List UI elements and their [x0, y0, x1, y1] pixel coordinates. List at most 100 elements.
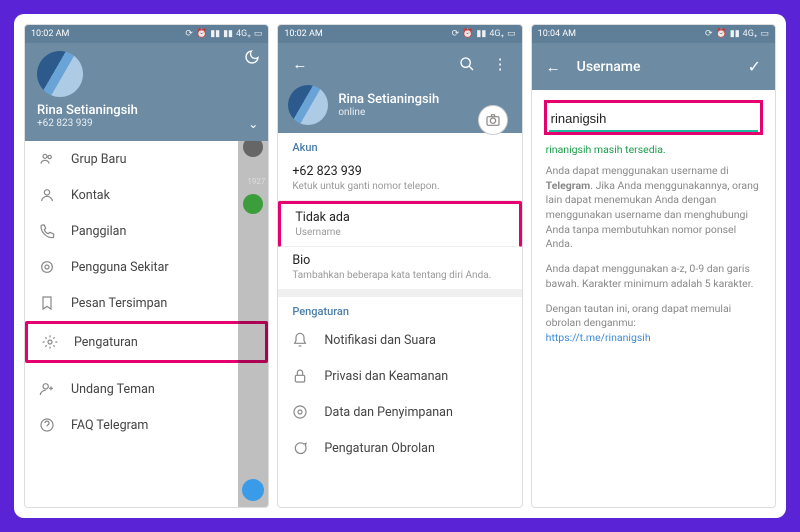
drawer-header: Rina Setianingsih +62 823 939 ⌄: [25, 43, 268, 141]
availability-text: rinanigsih masih tersedia.: [532, 139, 775, 164]
compose-fab[interactable]: [242, 479, 264, 501]
tutorial-frame: 10:02 AM ⟳ ⏰ ▮▮ ▮▮ 4G₊ ▭ 47 AM Sel 1927: [14, 14, 786, 518]
phone-icon: [39, 223, 57, 239]
screen-username: 10:04 AM ⟳ ⏰ ▮▮ 4G₊ ▭ ← Username ✓ rinan…: [531, 24, 776, 508]
row-title: Tidak ada: [295, 210, 504, 225]
username-input[interactable]: [549, 107, 758, 132]
description-1: Anda dapat menggunakan username di Teleg…: [532, 164, 775, 262]
section-account: Akun: [278, 133, 521, 158]
menu-invite[interactable]: Undang Teman: [25, 371, 268, 407]
description-2: Anda dapat menggunakan a-z, 0-9 dan gari…: [532, 262, 775, 301]
clock: 10:02 AM: [284, 29, 322, 39]
signal-icon: ▮▮: [730, 29, 740, 39]
search-icon[interactable]: [455, 52, 479, 76]
alarm-icon: ⏰: [196, 29, 207, 39]
back-icon[interactable]: ←: [542, 54, 565, 80]
menu-label: Kontak: [71, 188, 110, 203]
row-bio[interactable]: Bio Tambahkan beberapa kata tentang diri…: [278, 247, 521, 297]
menu-label: Pesan Tersimpan: [71, 296, 167, 311]
menu-label: Panggilan: [71, 224, 126, 239]
profile-link[interactable]: https://t.me/rinanigsih: [546, 331, 651, 344]
battery-icon: ▭: [760, 29, 769, 39]
bookmark-icon: [39, 295, 57, 311]
profile-name: Rina Setianingsih: [338, 92, 439, 107]
username-header: ← Username ✓: [532, 43, 775, 90]
menu-label: Undang Teman: [71, 382, 155, 397]
clock: 10:02 AM: [31, 29, 69, 39]
disk-icon: [292, 404, 310, 420]
signal-icon: ▮▮: [210, 29, 220, 39]
gear-icon: [42, 334, 60, 350]
row-label: Pengaturan Obrolan: [324, 441, 435, 456]
signal-icon: ▮▮: [223, 29, 233, 39]
sync-icon: ⟳: [185, 29, 193, 39]
signal-icon: ▮▮: [476, 29, 486, 39]
battery-icon: ▭: [254, 29, 263, 39]
net-icon: 4G₊: [236, 29, 251, 39]
row-phone[interactable]: +62 823 939 Ketuk untuk ganti nomor tele…: [278, 158, 521, 201]
alarm-icon: ⏰: [462, 29, 473, 39]
screen-settings: 10:02 AM ⟳ ⏰ ▮▮ 4G₊ ▭ ← ⋮ Rina Setianing…: [277, 24, 522, 508]
help-icon: [39, 417, 57, 433]
menu-settings[interactable]: Pengaturan: [25, 321, 268, 363]
more-icon[interactable]: ⋮: [489, 51, 512, 77]
row-data[interactable]: Data dan Penyimpanan: [278, 394, 521, 430]
group-icon: [39, 151, 57, 167]
avatar[interactable]: [288, 85, 328, 125]
menu-contacts[interactable]: Kontak: [25, 177, 268, 213]
row-label: Notifikasi dan Suara: [324, 333, 436, 348]
confirm-icon[interactable]: ✓: [744, 53, 765, 80]
avatar[interactable]: [37, 51, 83, 97]
settings-header: ← ⋮ Rina Setianingsih online: [278, 43, 521, 133]
menu-label: Pengguna Sekitar: [71, 260, 169, 275]
drawer-menu: Grup Baru Kontak Panggilan Pengguna Seki…: [25, 141, 268, 507]
net-icon: 4G₊: [489, 29, 504, 39]
night-mode-icon[interactable]: [244, 49, 260, 65]
camera-button[interactable]: [478, 105, 508, 135]
menu-label: Grup Baru: [71, 152, 126, 167]
nearby-icon: [39, 259, 57, 275]
chevron-down-icon[interactable]: ⌄: [248, 117, 258, 131]
back-icon[interactable]: ←: [288, 51, 311, 77]
net-icon: 4G₊: [743, 29, 758, 39]
row-subtitle: Ketuk untuk ganti nomor telepon.: [292, 181, 507, 192]
row-notifications[interactable]: Notifikasi dan Suara: [278, 322, 521, 358]
menu-saved[interactable]: Pesan Tersimpan: [25, 285, 268, 321]
row-title: Bio: [292, 253, 507, 268]
status-bar: 10:02 AM ⟳ ⏰ ▮▮ 4G₊ ▭: [278, 25, 521, 43]
row-subtitle: Tambahkan beberapa kata tentang diri And…: [292, 270, 507, 281]
row-title: +62 823 939: [292, 164, 507, 179]
profile-name: Rina Setianingsih: [37, 103, 256, 118]
menu-faq[interactable]: FAQ Telegram: [25, 407, 268, 443]
status-bar: 10:02 AM ⟳ ⏰ ▮▮ ▮▮ 4G₊ ▭: [25, 25, 268, 43]
alarm-icon: ⏰: [716, 29, 727, 39]
screen-drawer: 10:02 AM ⟳ ⏰ ▮▮ ▮▮ 4G₊ ▭ 47 AM Sel 1927: [24, 24, 269, 508]
description-3: Dengan tautan ini, orang dapat memulai o…: [532, 302, 775, 356]
menu-label: FAQ Telegram: [71, 418, 148, 433]
chat-icon: [292, 440, 310, 456]
lock-icon: [292, 368, 310, 384]
page-title: Username: [577, 59, 732, 75]
section-settings: Pengaturan: [278, 297, 521, 322]
sync-icon: ⟳: [452, 29, 460, 39]
row-label: Data dan Penyimpanan: [324, 405, 453, 420]
sync-icon: ⟳: [705, 29, 713, 39]
profile-status: online: [338, 107, 439, 118]
row-subtitle: Username: [295, 227, 504, 238]
username-input-highlight: [544, 100, 763, 135]
row-label: Privasi dan Keamanan: [324, 369, 448, 384]
status-bar: 10:04 AM ⟳ ⏰ ▮▮ 4G₊ ▭: [532, 25, 775, 43]
row-privacy[interactable]: Privasi dan Keamanan: [278, 358, 521, 394]
menu-calls[interactable]: Panggilan: [25, 213, 268, 249]
battery-icon: ▭: [507, 29, 516, 39]
menu-new-group[interactable]: Grup Baru: [25, 141, 268, 177]
profile-phone: +62 823 939: [37, 118, 256, 129]
menu-nearby[interactable]: Pengguna Sekitar: [25, 249, 268, 285]
person-icon: [39, 187, 57, 203]
menu-label: Pengaturan: [74, 335, 138, 350]
bell-icon: [292, 332, 310, 348]
row-username[interactable]: Tidak ada Username: [278, 201, 521, 247]
row-chat-settings[interactable]: Pengaturan Obrolan: [278, 430, 521, 466]
clock: 10:04 AM: [538, 29, 576, 39]
invite-icon: [39, 381, 57, 397]
